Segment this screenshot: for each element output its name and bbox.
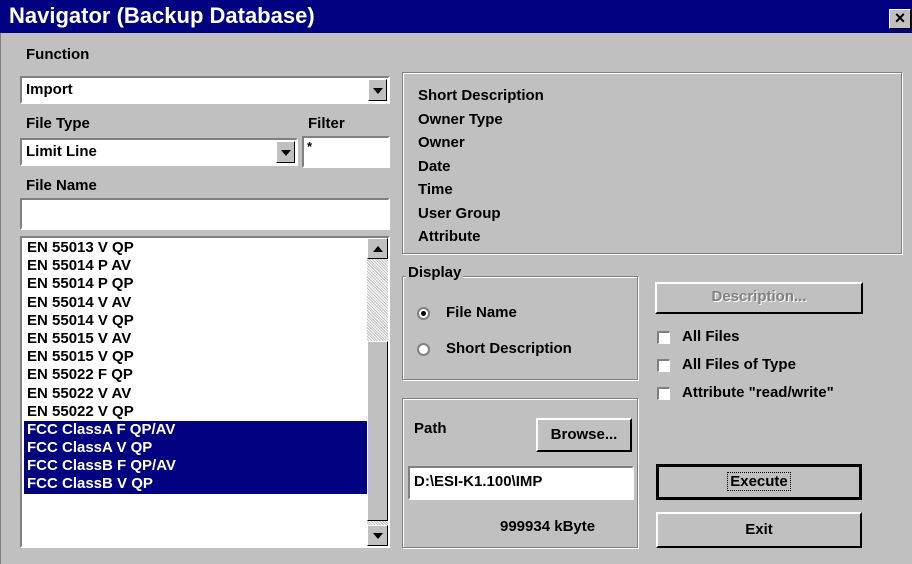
close-icon: × xyxy=(894,9,906,28)
info-field-label: Time xyxy=(418,181,453,198)
display-group xyxy=(402,276,638,380)
window-title: Navigator (Backup Database) xyxy=(9,3,315,28)
browse-button[interactable]: Browse... xyxy=(536,418,632,452)
file-list-items: EN 55013 V QP EN 55014 P AV EN 55014 P QP E… xyxy=(24,239,369,494)
chevron-down-icon[interactable] xyxy=(368,79,387,101)
exit-button[interactable]: Exit xyxy=(656,512,862,548)
info-field-label: User Group xyxy=(418,204,501,222)
chevron-down-icon[interactable] xyxy=(276,141,295,163)
file-type-label: File Type xyxy=(26,115,90,132)
list-item[interactable]: EN 55022 V QP xyxy=(24,403,369,421)
description-button[interactable]: Description... xyxy=(655,282,863,314)
path-value: D:\ESI-K1.100\IMP xyxy=(414,473,543,490)
list-item[interactable]: EN 55022 V AV xyxy=(24,385,369,403)
execute-button[interactable]: Execute xyxy=(656,464,862,500)
list-item[interactable]: EN 55013 V QP xyxy=(24,239,369,257)
scroll-up-icon[interactable] xyxy=(367,238,388,259)
file-name-input[interactable] xyxy=(20,198,390,230)
info-fields: Short Description Owner Type Owner Date Time… xyxy=(418,84,544,249)
close-button[interactable]: × xyxy=(889,9,911,29)
function-label: Function xyxy=(26,46,90,63)
list-item[interactable]: EN 55015 V AV xyxy=(24,330,369,348)
display-label: Display xyxy=(406,264,464,281)
list-item[interactable]: FCC ClassB V QP xyxy=(24,475,369,494)
free-space-text: 999934 kByte xyxy=(500,518,596,535)
radio-short-description[interactable] xyxy=(417,343,430,356)
scroll-thumb[interactable] xyxy=(367,341,388,521)
radio-short-description-label[interactable]: Short Description xyxy=(446,340,572,357)
info-field-label: Attribute xyxy=(418,228,481,245)
scroll-down-icon[interactable] xyxy=(367,525,388,546)
filter-value: * xyxy=(307,139,313,154)
checkbox-all-files-of-type-label[interactable]: All Files of Type xyxy=(682,356,796,373)
radio-file-name-label[interactable]: File Name xyxy=(446,304,517,321)
list-item[interactable]: FCC ClassA V QP xyxy=(24,439,369,458)
info-field-label: Owner xyxy=(418,134,465,151)
list-item[interactable]: EN 55014 V QP xyxy=(24,312,369,330)
function-dropdown[interactable]: Import xyxy=(20,76,390,104)
execute-button-label: Execute xyxy=(727,472,791,491)
file-type-value: Limit Line xyxy=(26,143,97,160)
file-name-label: File Name xyxy=(26,177,97,194)
checkbox-all-files-label[interactable]: All Files xyxy=(682,328,740,345)
file-list[interactable]: EN 55013 V QP EN 55014 P AV EN 55014 P QP E… xyxy=(20,236,390,548)
path-label: Path xyxy=(414,420,447,437)
radio-file-name[interactable] xyxy=(417,307,430,320)
info-field-label: Date xyxy=(418,157,451,175)
list-item[interactable]: EN 55022 F QP xyxy=(24,366,369,384)
list-item[interactable]: FCC ClassA F QP/AV xyxy=(24,420,369,440)
list-item[interactable]: EN 55014 V AV xyxy=(24,294,369,312)
list-item[interactable]: EN 55014 P QP xyxy=(24,275,369,293)
file-type-dropdown[interactable]: Limit Line xyxy=(20,138,298,166)
checkbox-attribute-read-write[interactable] xyxy=(657,387,670,400)
checkbox-attribute-read-write-label[interactable]: Attribute "read/write" xyxy=(682,384,834,401)
filter-label: Filter xyxy=(308,115,345,132)
list-item[interactable]: FCC ClassB F QP/AV xyxy=(24,457,369,476)
function-value: Import xyxy=(26,81,73,98)
checkbox-all-files-of-type[interactable] xyxy=(657,359,670,372)
info-field-label: Short Description xyxy=(418,87,544,104)
filter-input[interactable]: * xyxy=(302,136,390,168)
info-field-label: Owner Type xyxy=(418,110,503,128)
path-input[interactable]: D:\ESI-K1.100\IMP xyxy=(408,466,634,500)
checkbox-all-files[interactable] xyxy=(657,331,670,344)
list-item[interactable]: EN 55014 P AV xyxy=(24,257,369,275)
file-list-scrollbar[interactable] xyxy=(367,238,388,546)
list-item[interactable]: EN 55015 V QP xyxy=(24,348,369,366)
